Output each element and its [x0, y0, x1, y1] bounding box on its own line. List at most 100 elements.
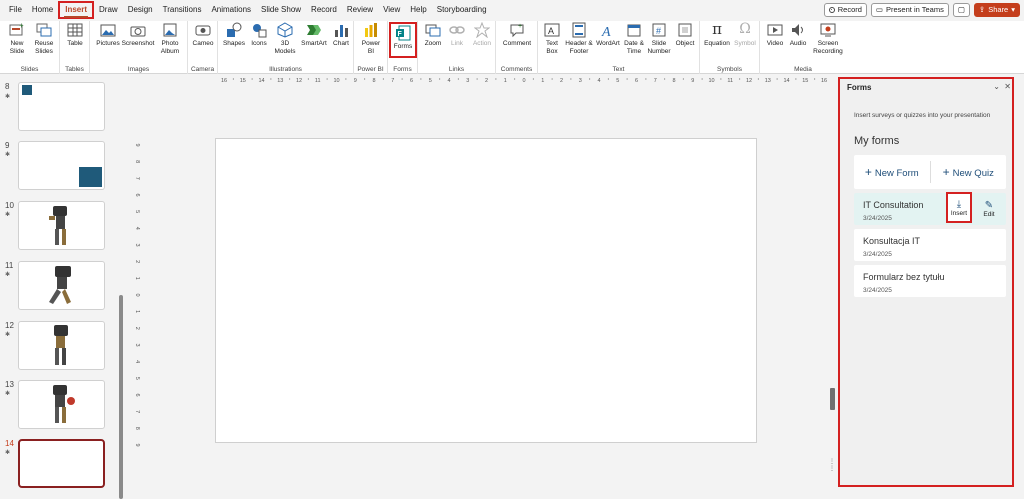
audio-button[interactable]: Audio [787, 22, 809, 48]
transition-star-icon: ✱ [5, 94, 11, 100]
slide-thumbnail-12[interactable] [18, 321, 105, 370]
ruler-tick-label: 10 [333, 78, 339, 83]
icons-button[interactable]: Icons [248, 22, 270, 48]
pane-resize-handle[interactable] [830, 388, 835, 410]
ruler-tick [570, 78, 572, 80]
tab-home[interactable]: Home [27, 1, 58, 19]
thumbnails-scrollbar[interactable] [119, 295, 123, 499]
table-icon [67, 22, 83, 38]
ruler-tick-label: 7 [134, 410, 140, 413]
slide-editor: 16 15 14 13 12 11 10 9 8 7 6 5 4 3 2 1 0 1 2 3 4 5 6 7 8 9 10 11 12 1… [124, 75, 836, 499]
chart-button[interactable]: Chart [330, 22, 352, 48]
equation-button[interactable]: π Equation [703, 22, 731, 48]
ruler-tick [307, 78, 309, 80]
icons-icon [251, 22, 267, 38]
screenshot-button[interactable]: Screenshot [122, 22, 154, 48]
transition-star-icon: ✱ [5, 450, 11, 456]
link-button[interactable]: Link [446, 22, 468, 48]
form-card-konsultacja-it[interactable]: Konsultacja IT 3/24/2025 [854, 229, 1006, 261]
new-form-button[interactable]: + New Form [854, 165, 930, 179]
action-button[interactable]: Action [470, 22, 494, 48]
forms-pane-title: Forms [847, 83, 872, 92]
zoom-icon [425, 22, 441, 38]
pictures-button[interactable]: Pictures [94, 22, 122, 48]
record-button[interactable]: Record [823, 3, 867, 17]
ruler-tick-label: 5 [616, 78, 619, 83]
tab-help[interactable]: Help [405, 1, 431, 19]
wordart-button[interactable]: A WordArt [595, 22, 621, 48]
tab-transitions[interactable]: Transitions [158, 1, 207, 19]
tab-design[interactable]: Design [123, 1, 158, 19]
tab-view[interactable]: View [378, 1, 405, 19]
robot-image [54, 325, 68, 365]
chevron-down-icon[interactable]: ⌄ [993, 82, 1000, 91]
ruler-tick [589, 78, 591, 80]
photo-album-button[interactable]: Photo Album [156, 22, 184, 55]
ruler-tick [495, 78, 497, 80]
ruler-tick [326, 78, 328, 80]
text-box-button[interactable]: A Text Box [541, 22, 563, 55]
transition-star-icon: ✱ [5, 332, 11, 338]
ruler-tick-label: 12 [746, 78, 752, 83]
tab-animations[interactable]: Animations [206, 1, 256, 19]
zoom-button[interactable]: Zoom [421, 22, 445, 48]
slide-thumbnail-10[interactable] [18, 201, 105, 250]
object-button[interactable]: Object [673, 22, 697, 48]
ruler-tick-label: 16 [821, 78, 827, 83]
ruler-tick [776, 78, 778, 80]
form-card-it-consultation[interactable]: IT Consultation 3/24/2025 ⤓ Insert ✎ Edi… [854, 192, 1006, 225]
ruler-tick [701, 78, 703, 80]
slide-number-label: 11 [5, 261, 14, 270]
insert-form-button[interactable]: ⤓ Insert [946, 192, 972, 223]
screen-recording-button[interactable]: Screen Recording [812, 22, 844, 55]
ruler-tick-label: 8 [134, 160, 140, 163]
slide-number-label: 9 [5, 141, 10, 150]
group-label-slides: Slides [20, 66, 39, 73]
cube-icon [277, 22, 293, 38]
new-slide-button[interactable]: + New Slide [6, 22, 28, 55]
tab-record[interactable]: Record [306, 1, 342, 19]
ruler-tick-label: 6 [410, 78, 413, 83]
share-icon: ⇪ [978, 5, 986, 14]
forms-button[interactable]: F Forms [389, 22, 417, 58]
reuse-slides-button[interactable]: Reuse Slides [33, 22, 55, 55]
comment-button[interactable]: + Comment [501, 22, 533, 48]
robot-image [53, 385, 75, 423]
slide-thumbnail-9[interactable] [18, 141, 105, 190]
tab-review[interactable]: Review [342, 1, 378, 19]
present-in-teams-button[interactable]: ▭ Present in Teams [870, 3, 949, 17]
pictures-icon [100, 22, 116, 38]
video-button[interactable]: Video [764, 22, 786, 48]
ruler-tick-label: 4 [447, 78, 450, 83]
table-button[interactable]: Table [64, 22, 86, 48]
tab-storyboarding[interactable]: Storyboarding [432, 1, 492, 19]
date-time-button[interactable]: Date & Time [622, 22, 646, 55]
tab-draw[interactable]: Draw [94, 1, 123, 19]
3d-models-button[interactable]: 3D Models [272, 22, 298, 55]
close-icon[interactable]: ✕ [1004, 82, 1011, 91]
tab-slide-show[interactable]: Slide Show [256, 1, 306, 19]
smartart-button[interactable]: SmartArt [300, 22, 328, 48]
chart-icon [333, 22, 349, 38]
edit-form-button[interactable]: ✎ Edit [978, 196, 1000, 222]
group-images: Pictures Screenshot Photo Album Images [90, 21, 188, 74]
slide-number-button[interactable]: # Slide Number [646, 22, 672, 55]
new-quiz-button[interactable]: + New Quiz [931, 165, 1007, 179]
tab-file[interactable]: File [4, 1, 27, 19]
comments-button[interactable]: ▢ [952, 3, 970, 17]
slide-thumbnail-8[interactable] [18, 82, 105, 131]
cameo-button[interactable]: Cameo [191, 22, 215, 48]
slide-thumbnail-11[interactable] [18, 261, 105, 310]
symbol-button[interactable]: Ω Symbol [732, 22, 758, 48]
tab-insert[interactable]: Insert [58, 1, 95, 19]
ruler-tick [364, 78, 366, 80]
current-slide-canvas[interactable] [215, 138, 757, 443]
slide-thumbnail-14[interactable] [18, 439, 105, 488]
power-bi-button[interactable]: Power BI [359, 22, 383, 55]
share-button[interactable]: ⇪ Share ▾ [973, 3, 1020, 17]
shapes-button[interactable]: Shapes [222, 22, 246, 48]
ruler-tick [757, 78, 759, 80]
slide-thumbnail-13[interactable] [18, 380, 105, 429]
form-card-formularz-bez-tytulu[interactable]: Formularz bez tytułu 3/24/2025 [854, 265, 1006, 297]
header-footer-button[interactable]: Header & Footer [564, 22, 594, 55]
